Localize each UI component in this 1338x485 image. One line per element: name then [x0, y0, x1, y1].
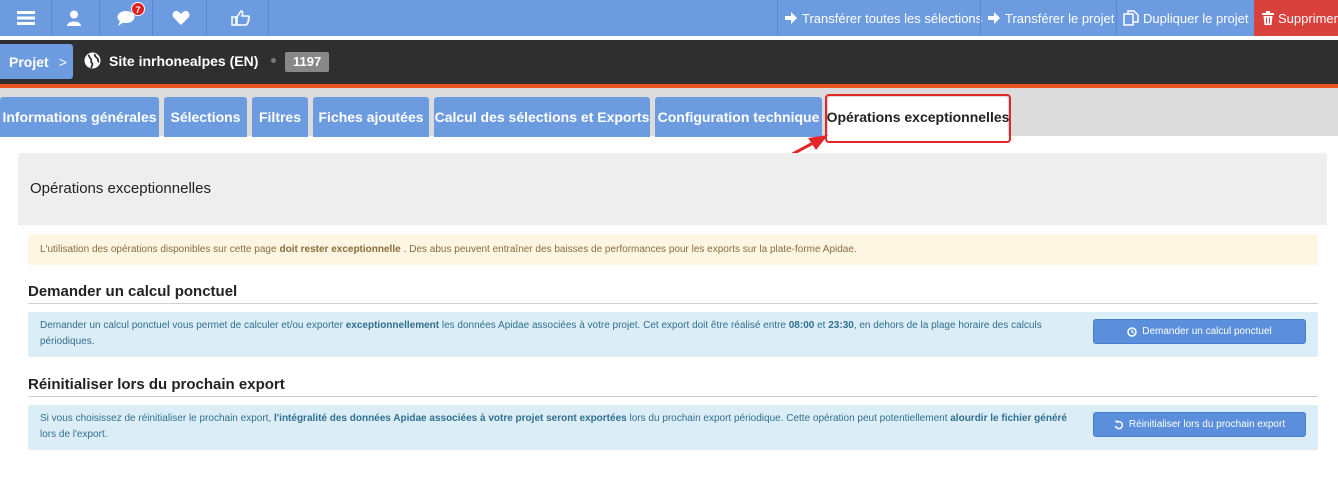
project-label: Projet — [9, 53, 49, 70]
globe-icon — [84, 52, 101, 69]
warning-text: L'utilisation des opérations disponibles… — [40, 244, 277, 255]
thumbs-up-icon[interactable] — [211, 0, 269, 36]
transfer-project-label: Transférer le projet — [1005, 10, 1115, 26]
reinit-export-button[interactable]: Réinitialiser lors du prochain export — [1093, 412, 1306, 437]
button-label: Réinitialiser lors du prochain export — [1128, 419, 1286, 430]
tab-label: Calcul des sélections et Exports — [434, 109, 650, 125]
tab-selections[interactable]: Sélections — [164, 97, 247, 137]
text: lors de l'export. — [40, 429, 108, 440]
notification-badge: 7 — [131, 2, 145, 16]
duplicate-project-button[interactable]: Dupliquer le projet — [1116, 0, 1255, 36]
undo-icon — [1114, 420, 1123, 429]
tab-label: Informations générales — [2, 109, 157, 125]
tab-calcul-exports[interactable]: Calcul des sélections et Exports — [434, 97, 650, 137]
arrow-right-icon — [988, 12, 1000, 24]
trash-icon — [1262, 11, 1274, 25]
info-text-calcul: Demander un calcul ponctuel vous permet … — [40, 318, 1070, 350]
tab-informations-generales[interactable]: Informations générales — [0, 97, 159, 137]
transfer-project-button[interactable]: Transférer le projet — [980, 0, 1120, 36]
tab-label: Filtres — [258, 109, 301, 125]
delete-button[interactable]: Supprimer — [1254, 0, 1338, 36]
tab-label: Configuration technique — [657, 109, 820, 125]
separator-dot — [271, 58, 276, 63]
bold-text: 08:00 — [788, 320, 815, 331]
text: Demander un calcul ponctuel vous permet … — [40, 320, 343, 331]
user-icon[interactable] — [48, 0, 100, 36]
text: Si vous choisissez de réinitialiser le p… — [40, 413, 272, 424]
warning-bold: doit rester exceptionnelle — [279, 244, 401, 255]
project-id-badge: 1197 — [285, 52, 330, 72]
tab-configuration-technique[interactable]: Configuration technique — [655, 97, 822, 137]
panel-header — [18, 153, 1327, 225]
highlight-box — [825, 94, 1011, 143]
heart-icon[interactable] — [155, 0, 207, 36]
button-label: Demander un calcul ponctuel — [1142, 326, 1272, 337]
duplicate-project-label: Dupliquer le projet — [1143, 10, 1249, 26]
text: les données Apidae associées à votre pro… — [441, 320, 786, 331]
page-title: Opérations exceptionnelles — [30, 180, 211, 197]
tab-label: Fiches ajoutées — [318, 109, 424, 125]
divider — [28, 396, 1318, 397]
section-title-reinit: Réinitialiser lors du prochain export — [28, 376, 285, 393]
text: lors du prochain export périodique. Cett… — [629, 413, 948, 424]
text: et — [817, 320, 826, 331]
site-title: Site inrhonealpes (EN) — [84, 52, 258, 69]
menu-icon[interactable] — [0, 0, 52, 36]
bold-text: 23:30 — [828, 320, 854, 331]
tab-fiches-ajoutees[interactable]: Fiches ajoutées — [313, 97, 429, 137]
arrow-right-icon — [785, 12, 797, 24]
copy-icon — [1123, 10, 1139, 26]
bold-text: l'intégralité des données Apidae associé… — [274, 413, 627, 424]
tab-filtres[interactable]: Filtres — [252, 97, 308, 137]
bold-text: alourdir le fichier généré — [950, 413, 1067, 424]
info-text-reinit: Si vous choisissez de réinitialiser le p… — [40, 411, 1070, 443]
clock-icon — [1127, 326, 1137, 337]
delete-label: Supprimer — [1278, 10, 1338, 26]
site-name: Site inrhonealpes (EN) — [109, 52, 259, 69]
warning-alert: L'utilisation des opérations disponibles… — [28, 234, 1318, 265]
chevron-right-icon: > — [58, 53, 67, 70]
request-calcul-button[interactable]: Demander un calcul ponctuel — [1093, 319, 1306, 344]
comments-icon[interactable]: 7 — [101, 0, 153, 36]
project-breadcrumb-button[interactable]: Projet > — [0, 44, 73, 79]
transfer-all-button[interactable]: Transférer toutes les sélections — [777, 0, 988, 36]
transfer-all-label: Transférer toutes les sélections — [802, 10, 983, 26]
divider — [28, 303, 1318, 304]
section-title-calcul: Demander un calcul ponctuel — [28, 283, 238, 300]
bold-text: exceptionnellement — [345, 320, 440, 331]
tab-label: Sélections — [170, 109, 241, 125]
warning-text-end: . Des abus peuvent entraîner des baisses… — [403, 244, 857, 255]
